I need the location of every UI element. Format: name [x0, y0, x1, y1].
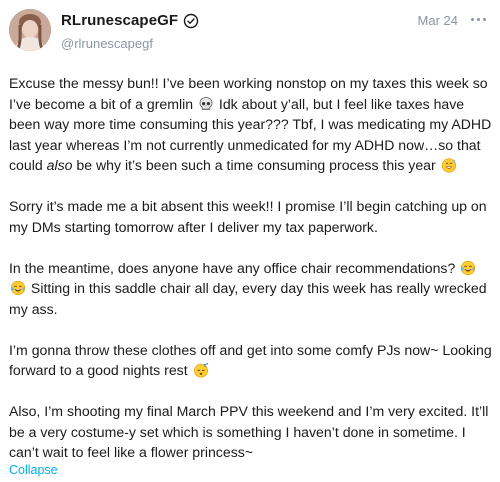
post-text: Sitting in this saddle chair all day, ev…: [9, 280, 491, 317]
verified-check-icon: [183, 13, 199, 29]
more-options-icon[interactable]: [468, 10, 488, 28]
post-text: Also, I’m shooting my final March PPV th…: [9, 403, 493, 460]
collapse-link[interactable]: Collapse: [9, 463, 58, 477]
post-text: Sorry it’s made me a bit absent this wee…: [9, 198, 491, 235]
post-paragraph: In the meantime, does anyone have any of…: [9, 258, 494, 320]
avatar[interactable]: [9, 9, 51, 51]
skull-emoji: [198, 96, 214, 112]
post-text: In the meantime, does anyone have any of…: [9, 259, 460, 276]
author-name-row: RLrunescapeGF: [61, 12, 199, 29]
post-paragraph: Also, I’m shooting my final March PPV th…: [9, 401, 494, 463]
post-body: Excuse the messy bun!! I’ve been working…: [9, 73, 494, 463]
grimacing-sweat-emoji: [441, 157, 457, 173]
post-text-emphasis: also: [46, 157, 73, 173]
post-card: RLrunescapeGF @rlrunescapegf Mar 24 Excu…: [0, 0, 500, 482]
post-text: be why it’s been such a time consuming p…: [72, 157, 440, 173]
tears-of-joy-emoji: [460, 260, 476, 276]
sleeping-emoji: zz: [193, 362, 209, 378]
user-handle[interactable]: @rlrunescapegf: [61, 36, 153, 51]
post-date: Mar 24: [417, 13, 458, 28]
tears-of-joy-emoji: [10, 280, 26, 296]
display-name[interactable]: RLrunescapeGF: [61, 12, 178, 29]
post-paragraph: Excuse the messy bun!! I’ve been working…: [9, 73, 494, 176]
post-paragraph: Sorry it’s made me a bit absent this wee…: [9, 196, 494, 237]
svg-text:z: z: [206, 362, 208, 366]
post-paragraph: I’m gonna throw these clothes off and ge…: [9, 340, 494, 381]
post-text: I’m gonna throw these clothes off and ge…: [9, 341, 496, 379]
